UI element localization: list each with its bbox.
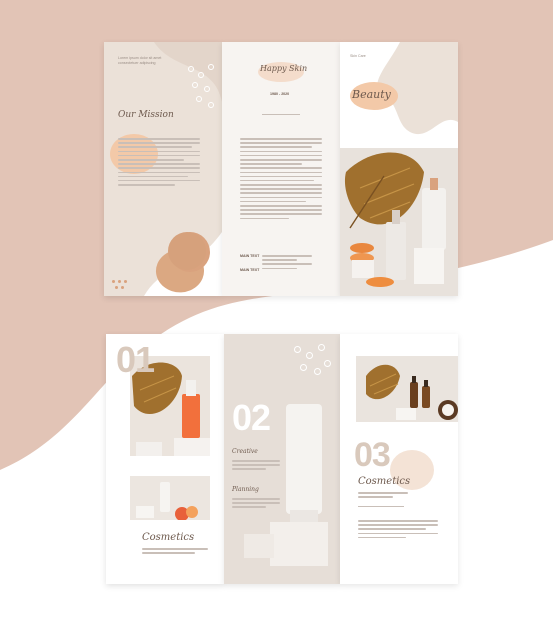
dot-pattern: [192, 82, 198, 88]
creative-heading: Creative: [232, 448, 258, 455]
panel1-small-photo: [130, 476, 210, 520]
main-text-heading-1: MAIN TEXT: [240, 254, 260, 258]
creative-text: [232, 460, 280, 473]
inside-panel-3: 03 Cosmetics: [340, 334, 458, 584]
main-text-body: [262, 255, 312, 272]
panel1-text: [142, 548, 208, 556]
dot-pattern: [208, 102, 214, 108]
dot-pattern: [208, 64, 214, 70]
dot-pattern: [196, 96, 202, 102]
front-right-panel: Skin Care Beauty: [340, 42, 458, 296]
panel2-number: 02: [232, 397, 271, 438]
front-left-panel: Lorem ipsum dolor sit amet consectetuer …: [104, 42, 222, 296]
dot-pattern: [112, 280, 115, 283]
years: 1980 - 2020: [270, 92, 290, 96]
dot-pattern: [115, 286, 118, 289]
main-text-heading-2: MAIN TEXT: [240, 268, 260, 272]
panel3-number: 03: [354, 436, 391, 474]
dot-pattern: [324, 360, 331, 367]
dot-pattern: [121, 286, 124, 289]
panel3-divider: [358, 506, 404, 507]
inside-panel-1: 01 Cosmetics: [106, 334, 224, 584]
middle-text: [240, 138, 322, 222]
panel3-photo: [356, 356, 458, 422]
dot-pattern: [318, 344, 325, 351]
mission-text: [118, 138, 200, 188]
mission-title: Our Mission: [118, 110, 174, 120]
mission-decor-circle: [168, 232, 206, 270]
dot-pattern: [294, 346, 301, 353]
dot-pattern: [306, 352, 313, 359]
dot-pattern: [204, 86, 210, 92]
beauty-title: Beauty: [352, 88, 391, 101]
divider: [262, 114, 300, 115]
dot-pattern: [118, 280, 121, 283]
panel3-text-2: [358, 520, 438, 541]
logo: Happy Skin: [260, 64, 308, 73]
top-text-block: Lorem ipsum dolor sit amet consectetuer …: [118, 56, 162, 65]
dot-pattern: [124, 280, 127, 283]
skin-care-tag: Skin Care: [350, 54, 366, 58]
dot-pattern: [198, 72, 204, 78]
front-middle-panel: Happy Skin 1980 - 2020 MAIN TEXT MAIN TE…: [222, 42, 340, 296]
planning-heading: Planning: [232, 486, 259, 493]
panel3-title: Cosmetics: [358, 476, 411, 487]
panel2-photo: [224, 334, 340, 584]
dot-pattern: [188, 66, 194, 72]
panel1-number: 01: [116, 339, 155, 380]
inside-panel-2: 02 Creative Planning: [224, 334, 340, 584]
dot-pattern: [314, 368, 321, 375]
panel3-text-1: [358, 492, 408, 500]
planning-text: [232, 498, 280, 511]
product-photo: [344, 152, 446, 287]
panel1-title: Cosmetics: [142, 532, 195, 543]
dot-pattern: [300, 364, 307, 371]
